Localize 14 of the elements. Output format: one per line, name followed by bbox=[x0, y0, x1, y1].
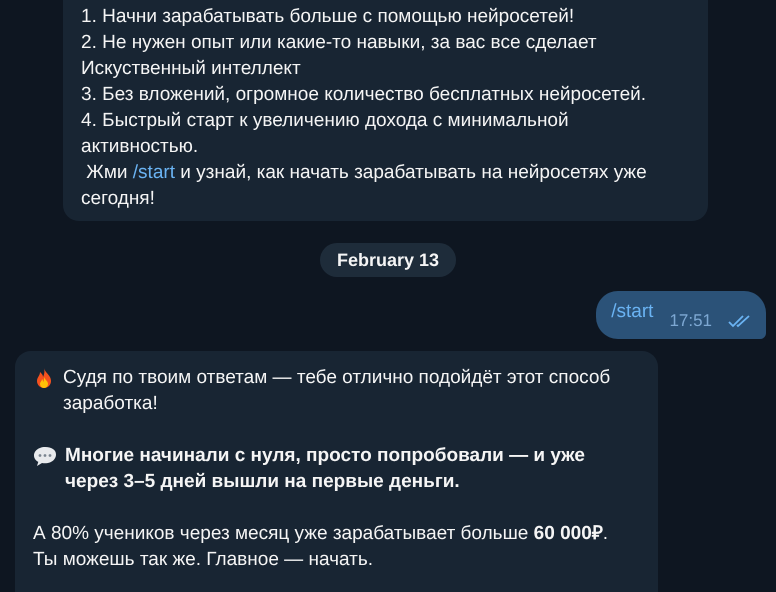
date-badge: February 13 bbox=[320, 243, 456, 277]
message-text: Судя по твоим ответам — тебе отлично подойдёт этот способ заработка! bbox=[63, 366, 612, 416]
command-link[interactable]: /start bbox=[132, 162, 176, 183]
message-text: Ты можешь так же. Главное — начать. bbox=[33, 548, 374, 572]
message-text: Жми /start и узнай, как начать зарабатывать на нейросетях уже сегодня! bbox=[81, 161, 648, 211]
message-text: Многие начинали с нуля, просто попробовали — и уже через 3–5 дней вышли на первые деньги. bbox=[65, 444, 586, 494]
message-text: 3. Без вложений, огромное количество бесплатных нейросетей. bbox=[81, 83, 648, 107]
speech-bubble-icon bbox=[33, 445, 57, 467]
message-text: А 80% учеников через месяц уже зарабатывает больше 60 000₽. bbox=[33, 522, 610, 546]
message-time: 17:51 bbox=[669, 310, 712, 332]
message-text: 2. Не нужен опыт или какие-то навыки, за вас все сделает Искуственный интеллект bbox=[81, 31, 598, 81]
message-text: 4. Быстрый старт к увеличению дохода с минимальной активностью. bbox=[81, 109, 570, 159]
command-link[interactable]: /start bbox=[611, 299, 654, 325]
message-text: 1. Начни зарабатывать больше с помощью нейросетей! bbox=[81, 5, 576, 29]
